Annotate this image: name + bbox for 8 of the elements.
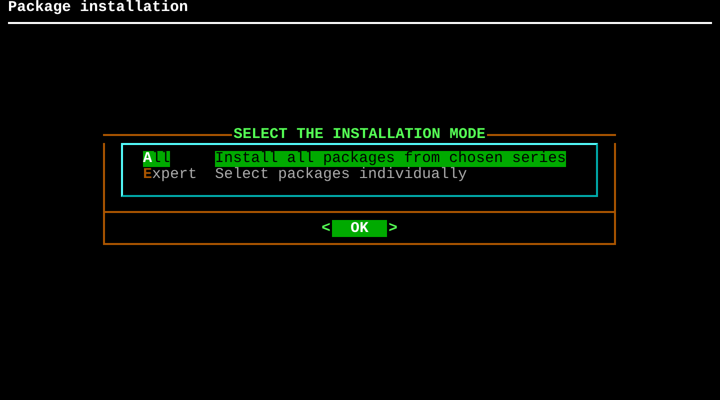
menu-item-description[interactable]: Select packages individually (215, 167, 468, 183)
screen-title: Package installation (8, 0, 190, 16)
menu-item-tag[interactable]: All (143, 151, 170, 167)
button-bracket: > (388, 220, 398, 236)
button-bracket: < (321, 220, 330, 236)
dialog-title: SELECT THE INSTALLATION MODE (232, 127, 487, 143)
menu-item-tag[interactable]: Expert (143, 167, 198, 183)
menu-item-description[interactable]: Install all packages from chosen series (215, 151, 566, 167)
